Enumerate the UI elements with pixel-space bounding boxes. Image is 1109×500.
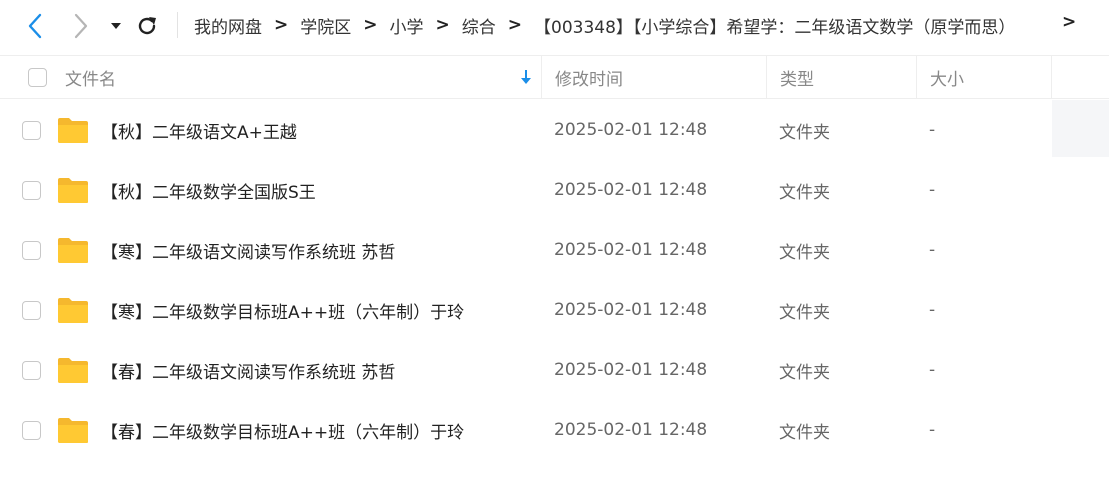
breadcrumb-item-primary[interactable]: 小学 xyxy=(390,13,424,38)
breadcrumb-more-button[interactable]: > xyxy=(1062,12,1076,32)
table-row[interactable]: 【春】二年级语文阅读写作系统班 苏哲 2025-02-01 12:48 文件夹 … xyxy=(0,340,1109,400)
file-name[interactable]: 【秋】二年级语文A+王越 xyxy=(101,100,297,160)
table-row[interactable]: 【寒】二年级数学目标班A++班（六年制）于玲 2025-02-01 12:48 … xyxy=(0,280,1109,340)
refresh-button[interactable] xyxy=(132,10,162,42)
file-modified: 2025-02-01 12:48 xyxy=(554,180,708,200)
folder-icon xyxy=(58,358,88,383)
refresh-icon xyxy=(138,17,156,35)
table-row[interactable]: 【寒】二年级语文阅读写作系统班 苏哲 2025-02-01 12:48 文件夹 … xyxy=(0,220,1109,280)
column-header-spacer xyxy=(1051,56,1109,99)
file-modified: 2025-02-01 12:48 xyxy=(554,120,708,140)
row-checkbox[interactable] xyxy=(22,300,41,320)
breadcrumb-separator: > xyxy=(507,15,522,35)
file-modified: 2025-02-01 12:48 xyxy=(554,300,708,320)
folder-icon xyxy=(58,118,88,143)
breadcrumb-item-current[interactable]: 【003348】【小学综合】希望学：二年级语文数学（原学而思） xyxy=(534,13,1015,38)
file-name[interactable]: 【春】二年级语文阅读写作系统班 苏哲 xyxy=(101,340,395,400)
toolbar-divider xyxy=(177,12,178,38)
breadcrumb-item-general[interactable]: 综合 xyxy=(462,13,496,38)
row-checkbox[interactable] xyxy=(22,360,41,380)
file-type: 文件夹 xyxy=(779,122,830,143)
toolbar: 我的网盘 > 学院区 > 小学 > 综合 > 【003348】【小学综合】希望学… xyxy=(0,0,1109,52)
row-checkbox[interactable] xyxy=(22,240,41,260)
table-row[interactable]: 【春】二年级数学目标班A++班（六年制）于玲 2025-02-01 12:48 … xyxy=(0,400,1109,460)
forward-button[interactable] xyxy=(66,10,96,42)
column-header-modified[interactable]: 修改时间 xyxy=(541,56,767,99)
back-button[interactable] xyxy=(20,10,50,42)
breadcrumb: 我的网盘 > 学院区 > 小学 > 综合 > 【003348】【小学综合】希望学… xyxy=(194,0,1015,50)
column-header-type[interactable]: 类型 xyxy=(766,56,917,99)
breadcrumb-item-my-drive[interactable]: 我的网盘 xyxy=(194,13,262,38)
file-name[interactable]: 【寒】二年级语文阅读写作系统班 苏哲 xyxy=(101,220,395,280)
row-checkbox[interactable] xyxy=(22,120,41,140)
file-size: - xyxy=(929,180,936,200)
file-type: 文件夹 xyxy=(779,242,830,263)
column-header-size[interactable]: 大小 xyxy=(916,56,1052,99)
row-checkbox[interactable] xyxy=(22,420,41,440)
file-type: 文件夹 xyxy=(779,362,830,383)
breadcrumb-separator: > xyxy=(435,15,450,35)
caret-down-icon xyxy=(111,23,121,29)
file-size: - xyxy=(929,300,936,320)
table-row[interactable]: 【秋】二年级数学全国版S王 2025-02-01 12:48 文件夹 - xyxy=(0,160,1109,220)
file-modified: 2025-02-01 12:48 xyxy=(554,420,708,440)
file-type: 文件夹 xyxy=(779,182,830,203)
folder-icon xyxy=(58,298,88,323)
sort-down-arrow-icon[interactable] xyxy=(520,68,532,86)
file-name[interactable]: 【春】二年级数学目标班A++班（六年制）于玲 xyxy=(101,400,464,460)
file-name[interactable]: 【寒】二年级数学目标班A++班（六年制）于玲 xyxy=(101,280,464,340)
row-checkbox[interactable] xyxy=(22,180,41,200)
history-dropdown-button[interactable] xyxy=(102,10,130,42)
folder-icon xyxy=(58,178,88,203)
file-size: - xyxy=(929,360,936,380)
file-size: - xyxy=(929,120,936,140)
file-type: 文件夹 xyxy=(779,302,830,323)
breadcrumb-item-academy[interactable]: 学院区 xyxy=(300,13,351,38)
table-header: 文件名 修改时间 类型 大小 xyxy=(0,55,1109,99)
folder-icon xyxy=(58,238,88,263)
breadcrumb-separator: > xyxy=(363,15,378,35)
chevron-right-icon xyxy=(74,13,88,39)
select-all-checkbox-cell xyxy=(28,56,47,99)
breadcrumb-separator: > xyxy=(274,15,289,35)
table-row[interactable]: 【秋】二年级语文A+王越 2025-02-01 12:48 文件夹 - xyxy=(0,100,1109,160)
file-modified: 2025-02-01 12:48 xyxy=(554,240,708,260)
select-all-checkbox[interactable] xyxy=(28,68,47,87)
file-modified: 2025-02-01 12:48 xyxy=(554,360,708,380)
file-size: - xyxy=(929,240,936,260)
file-name[interactable]: 【秋】二年级数学全国版S王 xyxy=(101,160,316,220)
chevron-left-icon xyxy=(28,13,42,39)
column-header-name[interactable]: 文件名 xyxy=(65,56,116,99)
file-type: 文件夹 xyxy=(779,422,830,443)
folder-icon xyxy=(58,418,88,443)
file-size: - xyxy=(929,420,936,440)
